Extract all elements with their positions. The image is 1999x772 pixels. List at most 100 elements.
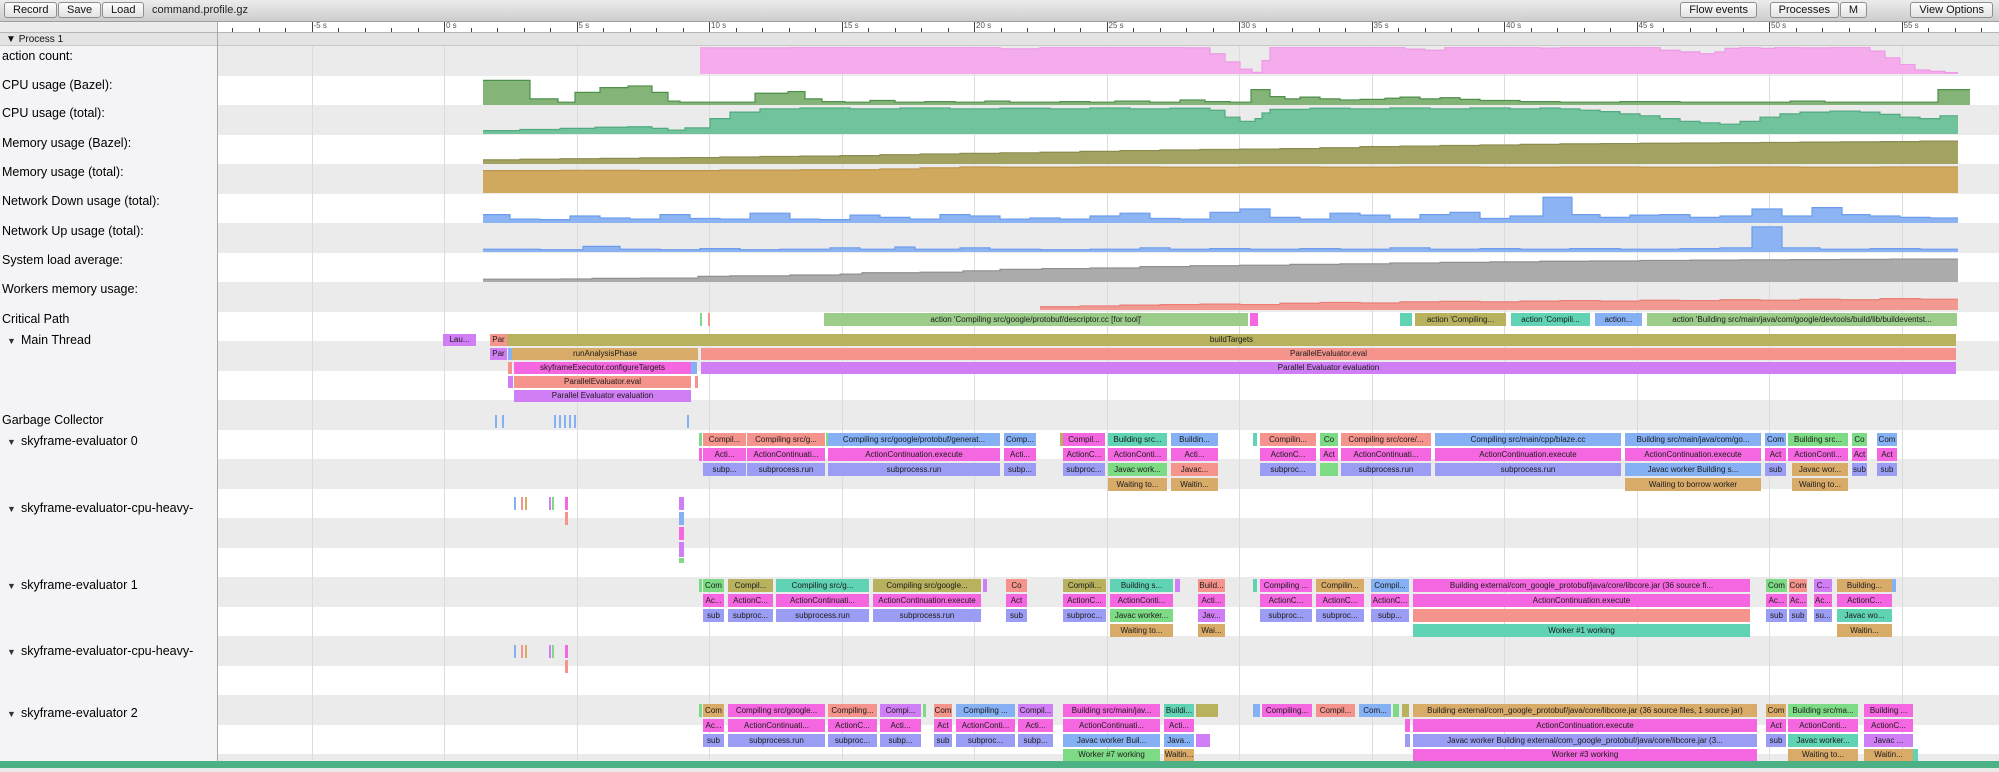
garbage-collector-event-bar[interactable] [574, 415, 576, 428]
skyframe-evaluator-2-event-bar[interactable]: Worker #3 working [1413, 749, 1757, 761]
skyframe-evaluator-1-event-bar[interactable]: Compili... [1063, 579, 1106, 592]
skyframe-evaluator-2-event-bar[interactable]: ActionC... [1864, 719, 1913, 732]
skyframe-evaluator-2-event-bar[interactable]: Building ... [1864, 704, 1913, 717]
skyframe-evaluator-2-event-bar[interactable]: subproc... [828, 734, 877, 747]
expand-arrow-icon[interactable]: ▼ [0, 336, 21, 346]
expand-arrow-icon[interactable]: ▼ [0, 581, 21, 591]
skyframe-evaluator-2-event-bar[interactable]: Act [1766, 719, 1786, 732]
main-thread-event-bar[interactable]: Parallel Evaluator evaluation [514, 390, 691, 402]
skyframe-evaluator-2-event-bar[interactable] [1405, 734, 1410, 747]
track-label-skyframe-evaluator-2[interactable]: ▼skyframe-evaluator 2 [0, 706, 217, 721]
main-thread-event-bar[interactable] [508, 362, 512, 374]
garbage-collector-event-bar[interactable] [687, 415, 689, 428]
skyframe-evaluator-0-event-bar[interactable]: sub [1765, 463, 1786, 476]
skyframe-evaluator-0-event-bar[interactable] [699, 448, 702, 461]
track-label-skyframe-evaluator-cpu-heavy[interactable]: ▼skyframe-evaluator-cpu-heavy- [0, 501, 217, 516]
skyframe-evaluator-1-event-bar[interactable]: Worker #1 working [1413, 624, 1750, 637]
skyframe-evaluator-1-event-bar[interactable]: Ac... [1814, 594, 1832, 607]
skyframe-evaluator-1-event-bar[interactable]: Compiling ... [1260, 579, 1312, 592]
skyframe-evaluator-1-event-bar[interactable]: subproc... [1063, 609, 1106, 622]
skyframe-evaluator-0-event-bar[interactable]: subprocess.run [1341, 463, 1431, 476]
skyframe-evaluator-0-event-bar[interactable]: Comp... [1004, 433, 1036, 446]
expand-arrow-icon[interactable]: ▼ [0, 437, 21, 447]
skyframe-evaluator-2-event-bar[interactable]: Com [703, 704, 724, 717]
skyframe-evaluator-2-event-bar[interactable]: Com [1766, 704, 1786, 717]
skyframe-evaluator-1-event-bar[interactable]: ActionC... [1316, 594, 1364, 607]
skyframe-evaluator-1-event-bar[interactable]: ActionContinuation.execute [1413, 594, 1750, 607]
skyframe-evaluator-1-event-bar[interactable]: Com [703, 579, 724, 592]
expand-arrow-icon[interactable]: ▼ [0, 647, 21, 657]
skyframe-evaluator-2-event-bar[interactable]: Javac worker Buil... [1063, 734, 1160, 747]
skyframe-evaluator-2-event-bar[interactable]: sub [934, 734, 952, 747]
skyframe-evaluator-0-event-bar[interactable]: Com [1877, 433, 1897, 446]
skyframe-evaluator-2-event-bar[interactable]: ActionConti... [1788, 719, 1858, 732]
skyframe-evaluator-0-event-bar[interactable]: sub [1877, 463, 1897, 476]
skyframe-evaluator-1-event-bar[interactable]: ActionC... [1260, 594, 1312, 607]
skyframe-evaluator-1-event-bar[interactable]: subprocess.run [776, 609, 869, 622]
skyframe-evaluator-2-event-bar[interactable]: Javac worker... [1788, 734, 1858, 747]
skyframe-evaluator-0-event-bar[interactable]: ActionC... [1260, 448, 1316, 461]
skyframe-evaluator-2-event-bar[interactable] [1196, 704, 1218, 717]
skyframe-evaluator-cpu-heavy-1-event-bar[interactable] [549, 645, 551, 658]
skyframe-evaluator-2-event-bar[interactable]: ActionContinuation.execute [1413, 719, 1757, 732]
skyframe-evaluator-cpu-heavy-1-event-bar[interactable] [521, 645, 523, 658]
skyframe-evaluator-0-event-bar[interactable]: Compil... [1063, 433, 1105, 446]
skyframe-evaluator-2-event-bar[interactable]: Compiling... [828, 704, 877, 717]
track-label-network-down-usage-total[interactable]: Network Down usage (total): [0, 194, 217, 209]
skyframe-evaluator-1-event-bar[interactable] [1892, 579, 1896, 592]
skyframe-evaluator-1-event-bar[interactable]: Waiting to... [1110, 624, 1173, 637]
load-button[interactable]: Load [102, 2, 144, 18]
skyframe-evaluator-2-event-bar[interactable]: Acti... [1018, 719, 1053, 732]
skyframe-evaluator-1-event-bar[interactable] [1253, 579, 1257, 592]
skyframe-evaluator-2-event-bar[interactable]: Buildi... [1164, 704, 1194, 717]
skyframe-evaluator-1-event-bar[interactable]: Compiling src/g... [776, 579, 869, 592]
skyframe-evaluator-cpu-heavy-1-event-bar[interactable] [565, 645, 568, 658]
skyframe-evaluator-1-event-bar[interactable]: Build... [1198, 579, 1225, 592]
skyframe-evaluator-0-event-bar[interactable] [699, 433, 702, 446]
skyframe-evaluator-1-event-bar[interactable]: ActionContinuation.execute [873, 594, 981, 607]
skyframe-evaluator-2-event-bar[interactable]: ActionContinuati... [1063, 719, 1160, 732]
skyframe-evaluator-1-event-bar[interactable]: Compil... [728, 579, 773, 592]
skyframe-evaluator-cpu-heavy-1-event-bar[interactable] [552, 645, 554, 658]
skyframe-evaluator-1-event-bar[interactable]: Building... [1837, 579, 1892, 592]
critical-path-event-bar[interactable]: action 'Compiling src/google/protobuf/de… [824, 313, 1248, 326]
skyframe-evaluator-2-event-bar[interactable]: Building external/com_google_protobuf/ja… [1413, 704, 1757, 717]
skyframe-evaluator-0-event-bar[interactable]: Co [1320, 433, 1338, 446]
skyframe-evaluator-cpu-heavy-0-event-bar[interactable] [549, 497, 551, 510]
critical-path-event-bar[interactable] [708, 313, 710, 326]
skyframe-evaluator-1-event-bar[interactable]: Wai... [1198, 624, 1225, 637]
flow-events-button[interactable]: Flow events [1680, 2, 1757, 18]
main-thread-event-bar[interactable] [508, 376, 513, 388]
garbage-collector-event-bar[interactable] [564, 415, 566, 428]
track-label-garbage-collector[interactable]: Garbage Collector [0, 413, 217, 428]
skyframe-evaluator-0-event-bar[interactable]: Compiling src/g... [747, 433, 825, 446]
skyframe-evaluator-1-event-bar[interactable]: ActionContinuati... [776, 594, 869, 607]
skyframe-evaluator-2-event-bar[interactable]: subproc... [956, 734, 1015, 747]
skyframe-evaluator-1-event-bar[interactable]: ActionC... [1063, 594, 1106, 607]
skyframe-evaluator-1-event-bar[interactable]: Com [1789, 579, 1807, 592]
skyframe-evaluator-2-event-bar[interactable]: sub [703, 734, 724, 747]
skyframe-evaluator-2-event-bar[interactable] [1253, 704, 1260, 717]
track-label-main-thread[interactable]: ▼Main Thread [0, 333, 217, 348]
expand-arrow-icon[interactable]: ▼ [0, 709, 21, 719]
skyframe-evaluator-1-event-bar[interactable]: Javac wo... [1837, 609, 1892, 622]
process-header[interactable]: ▼ Process 1 [0, 32, 1999, 46]
skyframe-evaluator-cpu-heavy-0-event-bar[interactable] [679, 527, 684, 540]
skyframe-evaluator-1-event-bar[interactable]: ActionC... [1371, 594, 1409, 607]
track-label-system-load-average[interactable]: System load average: [0, 253, 217, 268]
skyframe-evaluator-1-event-bar[interactable]: subproc... [728, 609, 773, 622]
skyframe-evaluator-0-event-bar[interactable]: Javac wor... [1792, 463, 1848, 476]
processes-button[interactable]: Processes [1770, 2, 1839, 18]
skyframe-evaluator-1-event-bar[interactable]: sub [703, 609, 724, 622]
skyframe-evaluator-2-event-bar[interactable]: Building src/ma... [1788, 704, 1858, 717]
expand-arrow-icon[interactable]: ▼ [0, 504, 21, 514]
skyframe-evaluator-cpu-heavy-0-event-bar[interactable] [525, 497, 527, 510]
skyframe-evaluator-0-event-bar[interactable] [1320, 463, 1338, 476]
skyframe-evaluator-cpu-heavy-0-event-bar[interactable] [679, 558, 684, 563]
main-thread-event-bar[interactable]: buildTargets [507, 334, 1956, 346]
skyframe-evaluator-1-event-bar[interactable]: ActionC... [1837, 594, 1892, 607]
skyframe-evaluator-2-event-bar[interactable]: Worker #7 working [1063, 749, 1160, 761]
skyframe-evaluator-2-event-bar[interactable]: Compiling ... [956, 704, 1015, 717]
skyframe-evaluator-2-event-bar[interactable]: ActionConti... [956, 719, 1015, 732]
skyframe-evaluator-1-event-bar[interactable]: sub [1789, 609, 1807, 622]
